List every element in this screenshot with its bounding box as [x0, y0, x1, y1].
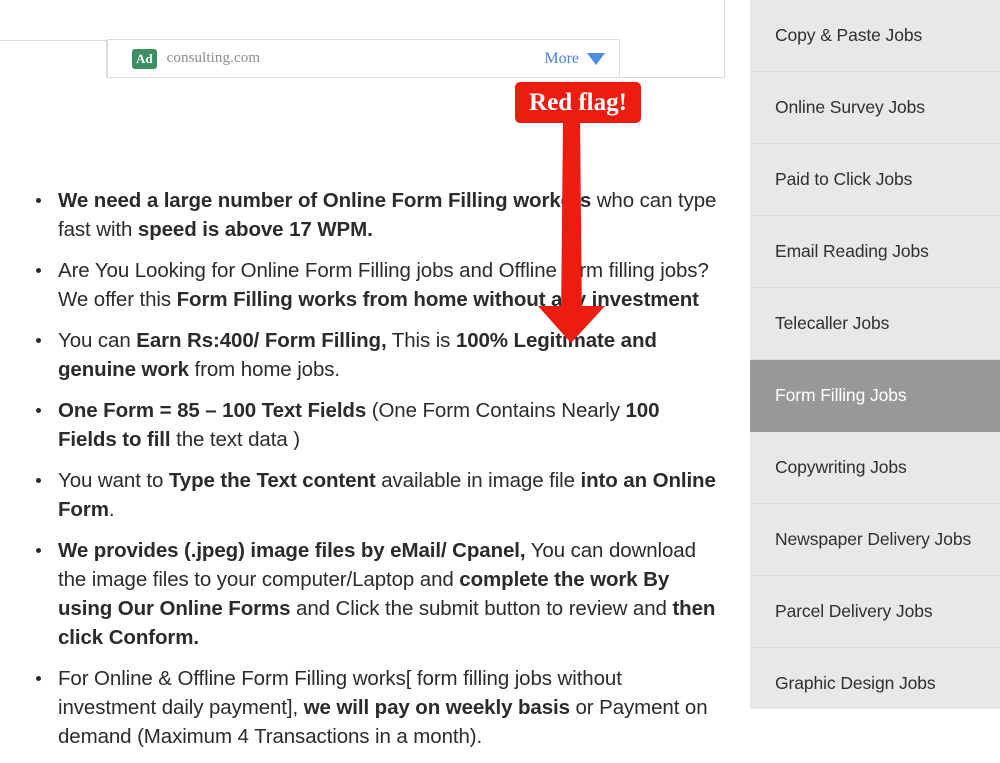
ad-badge: Ad — [132, 48, 157, 69]
emphasis-text: we will pay on weekly basis — [303, 696, 570, 719]
sidebar-item-form-filling-jobs[interactable]: Form Filling Jobs — [750, 360, 1000, 432]
sidebar-item-email-reading-jobs[interactable]: Email Reading Jobs — [750, 216, 1000, 288]
list-item: Are You Looking for Online Form Filling … — [30, 256, 720, 314]
sidebar-item-newspaper-delivery-jobs[interactable]: Newspaper Delivery Jobs — [750, 504, 1000, 576]
emphasis-text: One Form = 85 – 100 Text Fields — [58, 399, 367, 422]
list-item: You want to Type the Text content availa… — [30, 466, 720, 524]
sidebar-item-copy-paste-jobs[interactable]: Copy & Paste Jobs — [750, 0, 1000, 72]
sidebar-item-label: Copy & Paste Jobs — [775, 25, 923, 45]
ad-more-button[interactable]: More — [544, 50, 605, 68]
sidebar-item-graphic-design-jobs[interactable]: Graphic Design Jobs — [750, 648, 1000, 709]
ad-more-label: More — [544, 49, 579, 67]
page-root: Ad consulting.com More We need a large n… — [0, 0, 1000, 748]
body-text: the text data ) — [170, 428, 300, 451]
main-content: We need a large number of Online Form Fi… — [0, 78, 750, 748]
ad-listing[interactable]: Ad consulting.com More — [107, 39, 620, 78]
body-text: You want to — [58, 469, 169, 492]
sidebar-item-online-survey-jobs[interactable]: Online Survey Jobs — [750, 72, 1000, 144]
emphasis-text: Type the Text content — [168, 469, 376, 492]
sidebar-item-label: Graphic Design Jobs — [775, 673, 936, 693]
body-text: from home jobs. — [188, 358, 341, 381]
sidebar-item-label: Form Filling Jobs — [775, 385, 907, 405]
emphasis-text: Earn Rs:400/ Form Filling, — [136, 329, 387, 352]
sidebar-item-label: Online Survey Jobs — [775, 97, 925, 117]
chevron-down-icon — [587, 52, 605, 65]
body-text: and Click the submit button to review an… — [290, 597, 673, 620]
sidebar-item-label: Email Reading Jobs — [775, 241, 929, 261]
list-item: You can Earn Rs:400/ Form Filling, This … — [30, 326, 720, 384]
ad-domain-label: consulting.com — [166, 50, 261, 66]
body-text: available in image file — [375, 469, 581, 492]
ad-left-cell — [0, 40, 107, 78]
sidebar-item-parcel-delivery-jobs[interactable]: Parcel Delivery Jobs — [750, 576, 1000, 648]
sidebar-item-telecaller-jobs[interactable]: Telecaller Jobs — [750, 288, 1000, 360]
emphasis-text: speed is above 17 WPM. — [137, 218, 373, 241]
bullet-list: We need a large number of Online Form Fi… — [30, 186, 720, 763]
body-text: (One Form Contains Nearly — [366, 399, 626, 422]
body-text: This is — [386, 329, 456, 352]
sidebar-item-label: Telecaller Jobs — [775, 313, 890, 333]
body-text: . — [108, 498, 115, 521]
list-item: We provides (.jpeg) image files by eMail… — [30, 536, 720, 652]
sidebar-item-label: Paid to Click Jobs — [775, 169, 913, 189]
emphasis-text: We provides (.jpeg) image files by eMail… — [58, 539, 526, 562]
list-item: We need a large number of Online Form Fi… — [30, 186, 720, 244]
sidebar-item-label: Parcel Delivery Jobs — [775, 601, 933, 621]
list-item: One Form = 85 – 100 Text Fields (One For… — [30, 396, 720, 454]
body-text: You can — [58, 329, 137, 352]
sidebar-item-paid-to-click-jobs[interactable]: Paid to Click Jobs — [750, 144, 1000, 216]
emphasis-text: We need a large number of Online Form Fi… — [58, 189, 592, 212]
ad-container: Ad consulting.com More — [0, 0, 725, 78]
emphasis-text: Form Filling works from home without any… — [176, 288, 699, 311]
sidebar-item-label: Copywriting Jobs — [775, 457, 907, 477]
sidebar-item-copywriting-jobs[interactable]: Copywriting Jobs — [750, 432, 1000, 504]
list-item: For Online & Offline Form Filling works[… — [30, 664, 720, 751]
sidebar: Copy & Paste Jobs Online Survey Jobs Paid … — [750, 0, 1000, 709]
sidebar-item-label: Newspaper Delivery Jobs — [775, 529, 972, 549]
